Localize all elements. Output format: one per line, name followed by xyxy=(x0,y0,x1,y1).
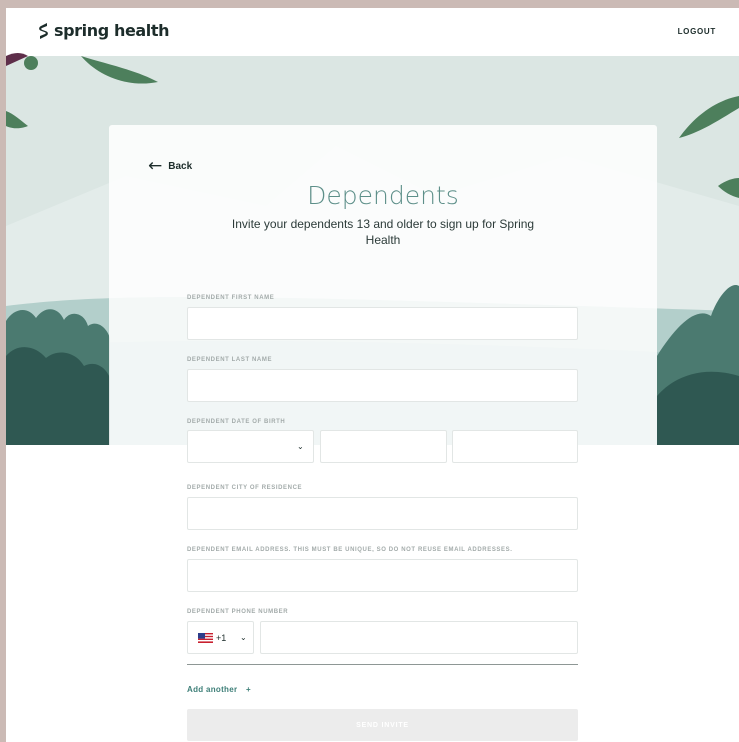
add-another-link[interactable]: Add another + xyxy=(187,685,251,694)
dob-month-select[interactable]: ⌄ xyxy=(187,430,314,463)
spring-logo-icon xyxy=(39,22,48,39)
city-input[interactable] xyxy=(187,497,578,530)
page-subtitle: Invite your dependents 13 and older to s… xyxy=(231,217,535,247)
back-label: Back xyxy=(168,160,193,172)
leaf-decoration-icon xyxy=(6,53,38,70)
first-name-input[interactable] xyxy=(187,307,578,340)
dob-label: DEPENDENT DATE OF BIRTH xyxy=(187,419,286,425)
send-invite-button[interactable]: SEND INVITE xyxy=(187,709,578,741)
divider xyxy=(187,664,578,665)
app-window: spring health LOGOUT ← Back Dependents I… xyxy=(6,8,739,742)
city-label: DEPENDENT CITY OF RESIDENCE xyxy=(187,485,303,491)
arrow-left-icon: ← xyxy=(148,156,163,176)
last-name-label: DEPENDENT LAST NAME xyxy=(187,357,273,363)
add-another-label: Add another xyxy=(187,685,238,694)
last-name-input[interactable] xyxy=(187,369,578,402)
logout-button[interactable]: LOGOUT xyxy=(678,27,716,36)
phone-label: DEPENDENT PHONE NUMBER xyxy=(187,609,289,615)
logo-wordmark: spring health xyxy=(54,21,170,40)
email-label: DEPENDENT EMAIL ADDRESS. THIS MUST BE UN… xyxy=(187,547,513,553)
first-name-label: DEPENDENT FIRST NAME xyxy=(187,295,275,301)
plus-icon: + xyxy=(245,685,251,694)
chevron-down-icon: ⌄ xyxy=(240,633,247,642)
email-input[interactable] xyxy=(187,559,578,592)
country-code-select[interactable]: +1 ⌄ xyxy=(187,621,254,654)
dob-year-input[interactable] xyxy=(452,430,578,463)
us-flag-icon xyxy=(198,633,213,643)
page-title: Dependents xyxy=(307,181,459,210)
back-link[interactable]: ← Back xyxy=(148,156,193,176)
phone-input[interactable] xyxy=(260,621,578,654)
chevron-down-icon: ⌄ xyxy=(297,442,304,451)
logo[interactable]: spring health xyxy=(38,21,170,40)
dob-day-input[interactable] xyxy=(320,430,447,463)
top-nav: spring health LOGOUT xyxy=(6,8,739,56)
dial-code: +1 xyxy=(216,633,227,643)
